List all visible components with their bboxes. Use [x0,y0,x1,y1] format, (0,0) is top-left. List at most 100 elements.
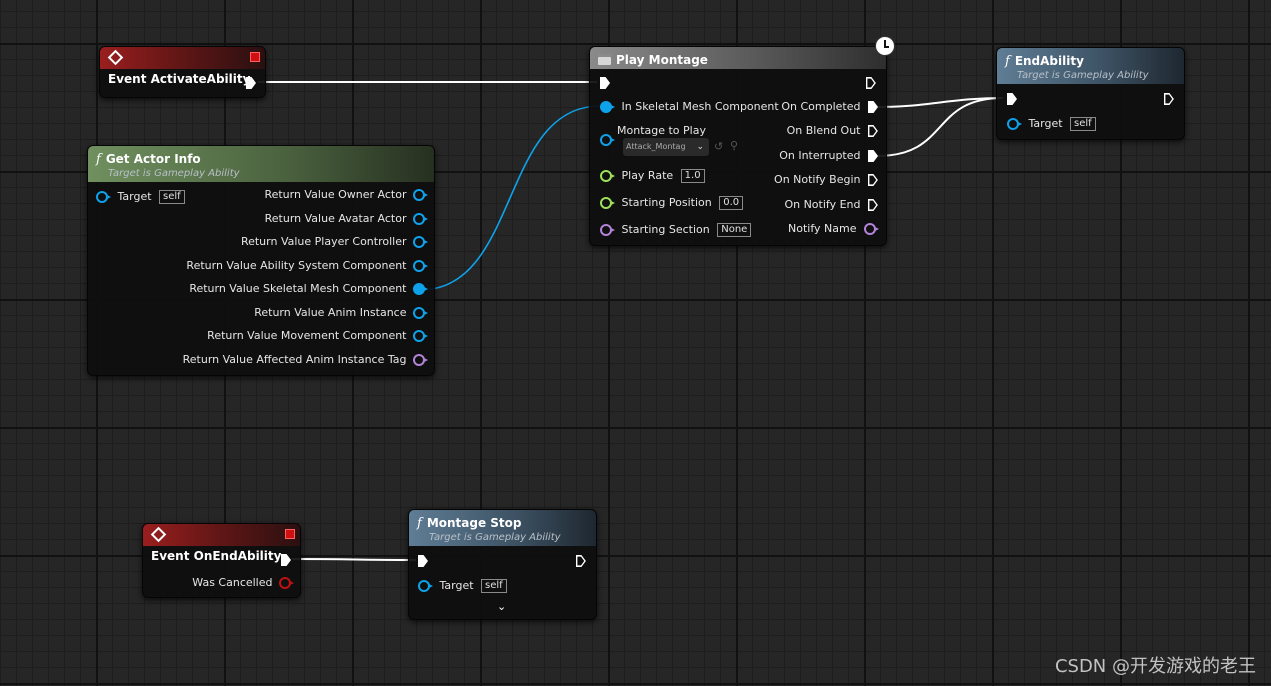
node-title: EndAbility [1014,54,1084,68]
pin-label: On Completed [781,100,861,113]
exec-output-pin[interactable] [868,174,878,186]
name-pin-icon[interactable] [600,224,615,236]
get-actor-info-node[interactable]: f Get Actor Info Target is Gameplay Abili… [87,145,435,376]
node-header: f EndAbility Target is Gameplay Ability [997,48,1184,84]
object-pin-icon[interactable] [600,101,615,113]
object-pin-icon[interactable] [413,236,428,248]
exec-output-pin[interactable] [866,77,876,89]
function-icon: f [417,516,422,531]
object-pin-icon[interactable] [413,307,428,319]
pin-starting-position[interactable]: Starting Position 0.0 [600,196,744,210]
pin-montage-to-play[interactable]: Montage to Play [600,124,706,146]
object-pin-icon[interactable] [413,213,428,225]
watermark: CSDN @开发游戏的老王 [1054,656,1256,677]
object-pin-icon[interactable] [96,191,111,203]
output-movement-component[interactable]: Return Value Movement Component [207,329,428,343]
pin-label: Return Value Skeletal Mesh Component [189,282,407,295]
exec-output-pin[interactable] [868,150,878,162]
pin-label: Notify Name [788,222,857,235]
object-pin-icon[interactable] [418,580,433,592]
montage-icon [598,54,611,65]
object-pin-icon[interactable] [600,134,615,146]
object-pin-icon[interactable] [413,330,428,342]
name-pin-icon[interactable] [864,223,879,235]
node-title: Event ActivateAbility [108,72,251,86]
pin-label: On Notify Begin [774,173,861,186]
output-affected-anim-instance-tag[interactable]: Return Value Affected Anim Instance Tag [183,353,428,367]
float-pin-icon[interactable] [600,170,615,182]
pin-in-skeletal-mesh[interactable]: In Skeletal Mesh Component [600,100,779,114]
starting-section-field[interactable]: None [717,223,752,237]
output-skeletal-mesh-component[interactable]: Return Value Skeletal Mesh Component [189,282,428,296]
exec-output-pin[interactable] [868,125,878,137]
output-anim-instance[interactable]: Return Value Anim Instance [254,306,428,320]
node-subtitle: Target is Gameplay Ability [108,168,240,179]
output-ability-system-component[interactable]: Return Value Ability System Component [186,259,428,273]
target-field[interactable]: self [159,190,185,204]
pin-on-completed[interactable]: On Completed [781,100,878,114]
search-icon[interactable]: ⚲ [730,139,738,152]
name-pin-icon[interactable] [413,354,428,366]
montage-stop-node[interactable]: f Montage Stop Target is Gameplay Ability… [408,509,597,620]
node-title: Event OnEndAbility [151,549,282,563]
pin-on-notify-begin[interactable]: On Notify Begin [774,173,878,187]
output-player-controller[interactable]: Return Value Player Controller [241,235,428,249]
exec-input-pin[interactable] [600,77,610,89]
pin-label: Starting Position [621,196,712,209]
pin-label: Target [117,190,152,203]
pin-label: Return Value Anim Instance [254,306,407,319]
exec-output-pin[interactable] [868,199,878,211]
node-title: Get Actor Info [105,152,201,166]
pin-on-interrupted[interactable]: On Interrupted [779,149,878,163]
exec-output-pin[interactable] [246,77,256,89]
pin-label: Return Value Owner Actor [264,188,407,201]
exec-output-pin[interactable] [868,101,878,113]
object-pin-icon[interactable] [413,189,428,201]
float-pin-icon[interactable] [600,197,615,209]
function-icon: f [1005,54,1010,69]
pin-on-blend-out[interactable]: On Blend Out [787,124,878,138]
node-header: f Montage Stop Target is Gameplay Ability [409,510,596,546]
exec-output-pin[interactable] [576,555,586,567]
play-rate-field[interactable]: 1.0 [680,169,705,183]
data-wire-mesh [419,105,601,291]
play-montage-node[interactable]: Play Montage In Skeletal Mesh Component … [589,36,895,246]
node-title: Montage Stop [426,516,522,530]
delegate-pin-icon[interactable] [285,529,295,539]
pin-target[interactable]: Target self [418,579,507,593]
end-ability-node[interactable]: f EndAbility Target is Gameplay Ability T… [996,47,1185,140]
pin-was-cancelled[interactable]: Was Cancelled [192,576,294,590]
target-field[interactable]: self [481,579,507,593]
object-pin-icon[interactable] [413,260,428,272]
chevron-down-icon: ⌄ [696,142,704,152]
event-on-end-ability-node[interactable]: Event OnEndAbility Was Cancelled [142,523,301,598]
pin-label: Montage to Play [617,124,706,137]
starting-position-field[interactable]: 0.0 [719,196,744,210]
bool-pin-icon[interactable] [279,577,294,589]
event-activate-ability-node[interactable]: Event ActivateAbility [99,46,266,98]
montage-asset-selector[interactable]: Attack_Montag ⌄ [623,138,709,156]
pin-notify-name[interactable]: Notify Name [788,222,879,236]
pin-target[interactable]: Target self [1007,117,1096,131]
node-header: f Get Actor Info Target is Gameplay Abili… [88,146,434,182]
pin-target[interactable]: Target self [96,190,185,204]
delegate-pin-icon[interactable] [250,52,260,62]
exec-output-pin[interactable] [281,554,291,566]
target-field[interactable]: self [1070,117,1096,131]
exec-input-pin[interactable] [418,555,428,567]
browse-asset-icon[interactable]: ↺ [714,140,723,153]
event-icon [150,526,167,543]
object-pin-icon[interactable] [1007,118,1022,130]
function-icon: f [96,152,101,167]
node-header: Event OnEndAbility [143,524,300,563]
pin-play-rate[interactable]: Play Rate 1.0 [600,169,705,183]
object-pin-icon[interactable] [413,283,428,295]
output-avatar-actor[interactable]: Return Value Avatar Actor [265,212,428,226]
node-header: Play Montage [590,36,895,69]
chevron-down-icon[interactable]: ⌄ [497,600,506,613]
exec-output-pin[interactable] [1164,93,1174,105]
pin-on-notify-end[interactable]: On Notify End [784,198,878,212]
output-owner-actor[interactable]: Return Value Owner Actor [264,188,428,202]
exec-input-pin[interactable] [1007,93,1017,105]
pin-starting-section[interactable]: Starting Section None [600,223,752,237]
